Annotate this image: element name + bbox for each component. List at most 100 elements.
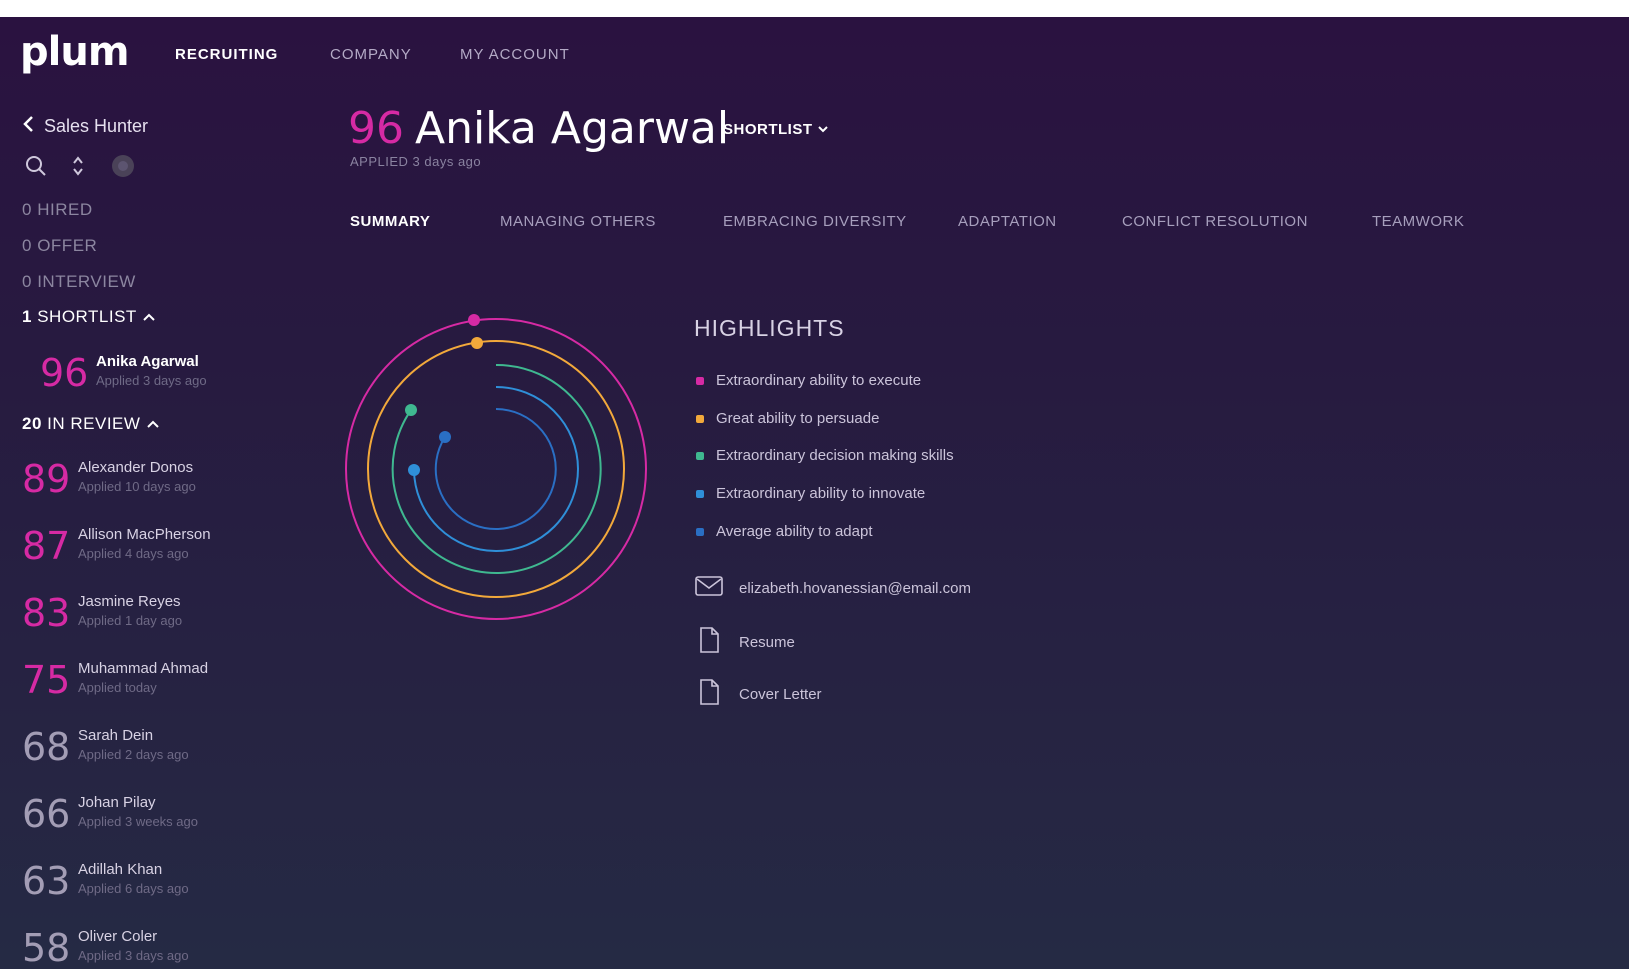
bullet-dot-icon [696, 527, 704, 536]
highlight-text: Average ability to adapt [716, 523, 873, 540]
stage-label: INTERVIEW [37, 272, 136, 291]
document-icon [695, 679, 723, 709]
resume-link[interactable]: Resume [695, 627, 795, 657]
highlight-item: Extraordinary decision making skills [696, 447, 954, 464]
back-link-label: Sales Hunter [44, 116, 149, 136]
candidate-row[interactable]: 89 Alexander Donos Applied 10 days ago [22, 459, 302, 517]
tab-adaptation[interactable]: ADAPTATION [958, 213, 1057, 230]
stage-count: 0 [22, 200, 32, 219]
highlight-text: Extraordinary ability to innovate [716, 485, 926, 502]
stage-offer[interactable]: 0 OFFER [22, 236, 97, 256]
traits-radial-chart [345, 314, 647, 620]
nav-my-account[interactable]: MY ACCOUNT [460, 46, 570, 63]
stage-interview[interactable]: 0 INTERVIEW [22, 272, 136, 292]
candidate-name: Sarah Dein [78, 727, 154, 744]
highlight-text: Extraordinary ability to execute [716, 372, 922, 389]
tab-teamwork[interactable]: TEAMWORK [1372, 213, 1464, 230]
stage-count: 0 [22, 272, 32, 291]
email-link[interactable]: elizabeth.hovanessian@email.com [695, 575, 971, 601]
highlight-item: Extraordinary ability to execute [696, 372, 921, 389]
candidate-header-score: 96 [348, 103, 404, 154]
candidate-name: Alexander Donos [78, 459, 194, 476]
trait-ring-innovate [408, 386, 579, 552]
candidate-applied: Applied 3 days ago [96, 373, 207, 388]
candidate-applied: Applied 3 weeks ago [78, 814, 198, 829]
tab-summary[interactable]: SUMMARY [350, 213, 430, 230]
bullet-dot-icon [696, 414, 704, 423]
candidate-name: Adillah Khan [78, 861, 163, 878]
candidate-applied: Applied 1 day ago [78, 613, 183, 628]
plum-logo[interactable]: plum [20, 29, 129, 75]
candidate-score: 66 [22, 792, 71, 836]
candidate-row[interactable]: 96 Anika Agarwal Applied 3 days ago [40, 353, 320, 411]
stage-shortlist[interactable]: 1 SHORTLIST [22, 307, 156, 327]
status-dropdown-label: SHORTLIST [723, 121, 813, 138]
highlight-item: Average ability to adapt [696, 523, 873, 540]
tab-conflict-resolution[interactable]: CONFLICT RESOLUTION [1122, 213, 1308, 230]
candidate-score: 75 [22, 658, 71, 702]
resume-label: Resume [739, 633, 795, 651]
chevron-left-icon [22, 115, 34, 138]
candidate-name: Anika Agarwal [96, 353, 199, 370]
highlight-text: Extraordinary decision making skills [716, 447, 954, 464]
candidate-applied: Applied today [78, 680, 157, 695]
candidate-applied: Applied 3 days ago [78, 948, 189, 963]
candidate-score: 89 [22, 457, 71, 501]
tab-managing-others[interactable]: MANAGING OTHERS [500, 213, 656, 230]
stage-in-review[interactable]: 20 IN REVIEW [22, 414, 160, 434]
email-text: elizabeth.hovanessian@email.com [739, 579, 972, 597]
candidate-row[interactable]: 66 Johan Pilay Applied 3 weeks ago [22, 794, 302, 852]
candidate-name: Muhammad Ahmad [78, 660, 209, 677]
chevron-up-icon [142, 307, 156, 326]
tab-embracing-diversity[interactable]: EMBRACING DIVERSITY [723, 213, 907, 230]
candidate-name: Allison MacPherson [78, 526, 211, 543]
sort-icon[interactable] [66, 154, 90, 178]
candidate-score: 68 [22, 725, 71, 769]
app-window: plum RECRUITING COMPANY MY ACCOUNT Sales… [0, 17, 1629, 969]
candidate-applied: Applied 10 days ago [78, 479, 196, 494]
back-link[interactable]: Sales Hunter [22, 115, 148, 138]
document-icon [695, 627, 723, 657]
stage-label: SHORTLIST [37, 307, 137, 326]
stage-label: HIRED [37, 200, 93, 219]
candidate-row[interactable]: 68 Sarah Dein Applied 2 days ago [22, 727, 302, 785]
bullet-dot-icon [696, 376, 704, 385]
candidate-row[interactable]: 63 Adillah Khan Applied 6 days ago [22, 861, 302, 919]
trait-ring-persuade [367, 337, 625, 598]
candidate-score: 83 [22, 591, 71, 635]
highlights-title: HIGHLIGHTS [694, 315, 845, 341]
bullet-dot-icon [696, 489, 704, 498]
highlight-item: Extraordinary ability to innovate [696, 485, 925, 502]
candidate-row[interactable]: 75 Muhammad Ahmad Applied today [22, 660, 302, 718]
highlight-text: Great ability to persuade [716, 410, 880, 427]
stage-label: IN REVIEW [47, 414, 141, 433]
candidate-score: 96 [40, 351, 89, 395]
chevron-up-icon [146, 414, 160, 433]
stage-label: OFFER [37, 236, 98, 255]
filter-icon[interactable] [111, 154, 135, 178]
highlight-item: Great ability to persuade [696, 410, 879, 427]
candidate-name: Jasmine Reyes [78, 593, 181, 610]
trait-ring-decision-making [391, 363, 602, 574]
applied-date: APPLIED 3 days ago [350, 154, 482, 169]
nav-recruiting[interactable]: RECRUITING [175, 46, 278, 63]
candidate-name: Oliver Coler [78, 928, 158, 945]
candidate-row[interactable]: 87 Allison MacPherson Applied 4 days ago [22, 526, 302, 584]
stage-count: 0 [22, 236, 32, 255]
stage-hired[interactable]: 0 HIRED [22, 200, 93, 220]
candidate-row[interactable]: 83 Jasmine Reyes Applied 1 day ago [22, 593, 302, 651]
status-dropdown[interactable]: SHORTLIST [723, 121, 829, 138]
candidate-row[interactable]: 58 Oliver Coler Applied 3 days ago [22, 928, 302, 969]
candidate-header-name: Anika Agarwal [415, 103, 730, 154]
search-icon[interactable] [24, 154, 48, 178]
candidate-name: Johan Pilay [78, 794, 156, 811]
stage-count: 20 [22, 414, 42, 433]
candidate-score: 63 [22, 859, 71, 903]
cover-letter-link[interactable]: Cover Letter [695, 679, 822, 709]
nav-company[interactable]: COMPANY [330, 46, 412, 63]
candidate-applied: Applied 4 days ago [78, 546, 189, 561]
stage-count: 1 [22, 307, 32, 326]
trait-ring-adapt [434, 408, 557, 530]
candidate-applied: Applied 6 days ago [78, 881, 189, 896]
bullet-dot-icon [696, 451, 704, 460]
